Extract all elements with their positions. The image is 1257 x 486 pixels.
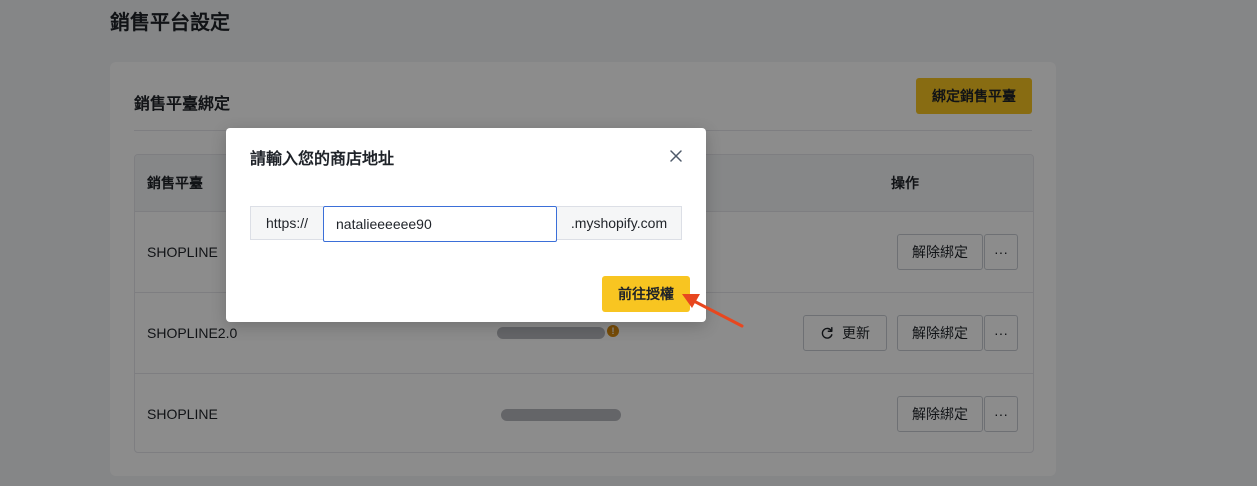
store-address-dialog: 請輸入您的商店地址 https:// .myshopify.com 前往授權 (226, 128, 706, 322)
url-prefix: https:// (250, 206, 323, 240)
dialog-title: 請輸入您的商店地址 (250, 151, 395, 168)
store-address-input[interactable] (323, 206, 557, 242)
url-suffix: .myshopify.com (557, 206, 682, 240)
close-icon[interactable] (666, 146, 686, 166)
annotation-arrow-icon (682, 294, 744, 328)
